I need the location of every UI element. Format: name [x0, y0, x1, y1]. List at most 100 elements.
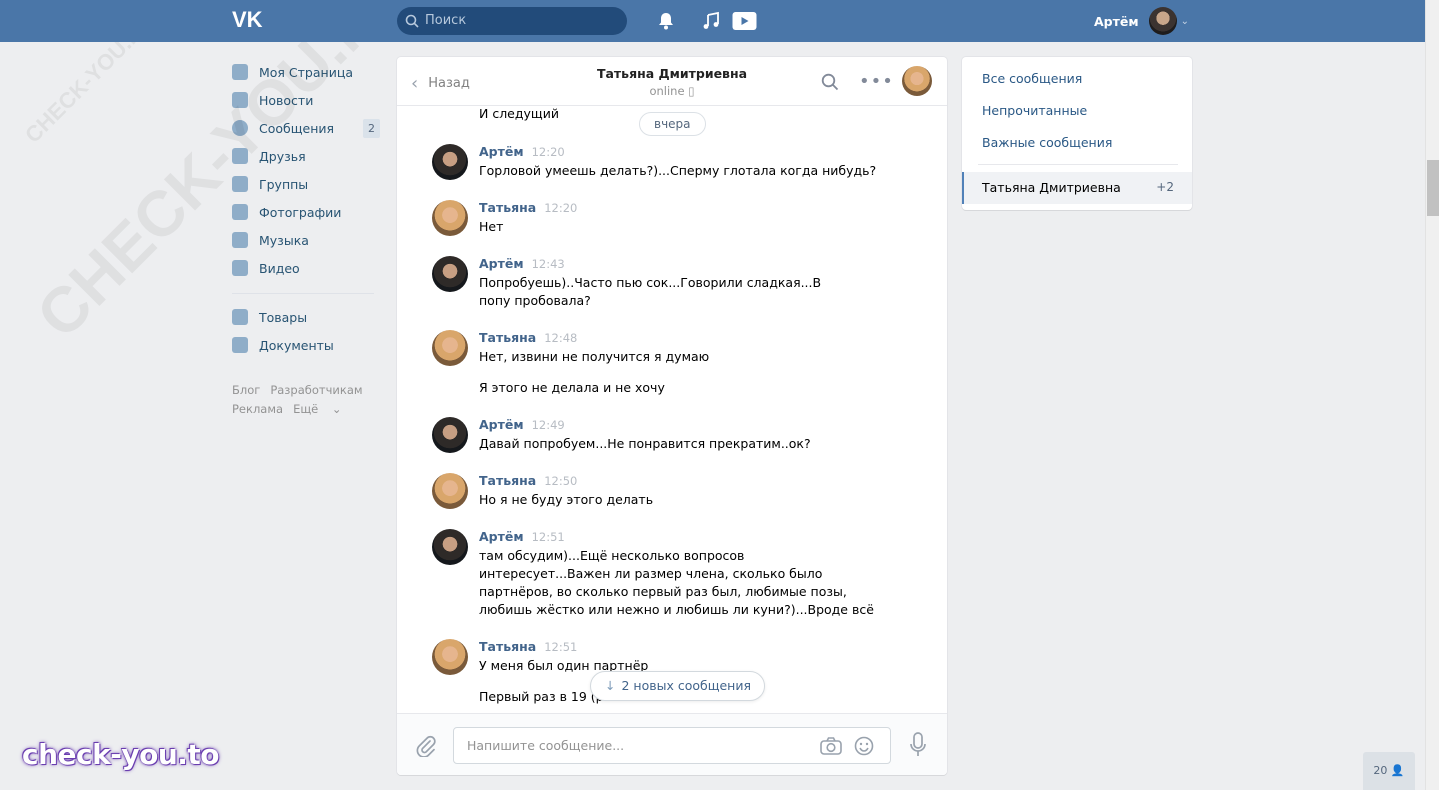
- footer-link-more[interactable]: Ещё ⌄: [293, 402, 341, 416]
- vk-logo[interactable]: VK: [232, 9, 266, 31]
- avatar[interactable]: [432, 529, 468, 565]
- groups-icon: [232, 176, 248, 192]
- message-text: И следущий: [479, 106, 559, 121]
- footer-link-ads[interactable]: Реклама: [232, 402, 283, 416]
- arrow-down-icon: ↓: [605, 678, 616, 693]
- news-icon: [232, 92, 248, 108]
- sidebar-item-groups[interactable]: Группы: [232, 170, 382, 198]
- bag-icon: [232, 309, 248, 325]
- online-friends-counter[interactable]: 20 👤: [1363, 752, 1415, 790]
- sidebar-item-label: Документы: [259, 337, 334, 353]
- message-header: Артём 12:49: [479, 417, 565, 432]
- message-text: Нет: [479, 219, 504, 234]
- user-menu[interactable]: Артём ⌄: [1094, 6, 1189, 36]
- peer-name: Татьяна Дмитриевна: [596, 66, 748, 81]
- message-text: Давай попробуем...Не понравится прекрати…: [479, 436, 811, 451]
- microphone-icon[interactable]: [909, 732, 927, 758]
- message-filters-panel: Все сообщения Непрочитанные Важные сообщ…: [962, 57, 1192, 210]
- message-input[interactable]: Напишите сообщение...: [453, 727, 891, 764]
- emoji-icon[interactable]: [854, 736, 874, 756]
- sidebar-item-news[interactable]: Новости: [232, 86, 382, 114]
- page-scrollbar[interactable]: [1425, 0, 1439, 790]
- new-messages-label: 2 новых сообщения: [621, 678, 751, 693]
- sidebar-item-label: Музыка: [259, 232, 309, 248]
- bell-icon[interactable]: [655, 11, 677, 31]
- conversation-tab-selected[interactable]: Татьяна Дмитриевна +2: [962, 172, 1192, 204]
- left-navigation: Моя Страница Новости Сообщения 2 Друзья Г…: [232, 58, 382, 419]
- sidebar-item-goods[interactable]: Товары: [232, 303, 382, 331]
- sidebar-item-photos[interactable]: Фотографии: [232, 198, 382, 226]
- camera-icon[interactable]: [820, 737, 842, 755]
- search-icon[interactable]: [821, 73, 839, 91]
- back-button[interactable]: ‹ Назад: [411, 73, 470, 94]
- message-header: Татьяна 12:50: [479, 473, 578, 488]
- message-list[interactable]: И следущий вчера Артём 12:20 Горловой уме…: [397, 106, 947, 713]
- attach-icon[interactable]: [415, 735, 437, 757]
- avatar[interactable]: [432, 256, 468, 292]
- conversation-name: Татьяна Дмитриевна: [982, 180, 1121, 195]
- sidebar-item-label: Моя Страница: [259, 64, 353, 80]
- top-bar: VK Поиск Артём ⌄: [0, 0, 1425, 42]
- filter-unread[interactable]: Непрочитанные: [982, 103, 1087, 118]
- unread-badge: 2: [363, 119, 380, 138]
- message-header: Артём 12:43: [479, 256, 565, 271]
- brand-watermark: check-you.to: [22, 738, 220, 771]
- person-icon: 👤: [1390, 764, 1405, 777]
- sidebar-item-label: Товары: [259, 309, 308, 325]
- sidebar-item-label: Группы: [259, 176, 309, 192]
- mobile-icon: ▯: [688, 84, 695, 98]
- new-messages-button[interactable]: ↓ 2 новых сообщения: [590, 671, 765, 701]
- chevron-down-icon: ⌄: [1180, 15, 1189, 27]
- video-icon[interactable]: [732, 11, 757, 31]
- more-icon[interactable]: •••: [859, 71, 894, 92]
- avatar[interactable]: [432, 417, 468, 453]
- unread-count: +2: [1156, 180, 1174, 194]
- footer-link-blog[interactable]: Блог: [232, 383, 260, 397]
- date-divider: вчера: [639, 112, 706, 136]
- search-icon: [405, 14, 419, 28]
- sidebar-item-messages[interactable]: Сообщения 2: [232, 114, 382, 142]
- footer-link-developers[interactable]: Разработчикам: [270, 383, 362, 397]
- avatar[interactable]: [432, 144, 468, 180]
- music-icon[interactable]: [700, 11, 722, 31]
- filter-important[interactable]: Важные сообщения: [982, 135, 1112, 150]
- document-icon: [232, 337, 248, 353]
- sidebar-item-my-page[interactable]: Моя Страница: [232, 58, 382, 86]
- message-text: там обсудим)...Ещё несколько вопросов ин…: [479, 548, 874, 617]
- message-text: Я этого не делала и не хочу: [479, 380, 665, 395]
- avatar[interactable]: [432, 473, 468, 509]
- sidebar-item-music[interactable]: Музыка: [232, 226, 382, 254]
- sidebar-item-label: Видео: [259, 260, 300, 276]
- avatar[interactable]: [432, 639, 468, 675]
- sidebar-item-label: Сообщения: [259, 120, 335, 136]
- search-input[interactable]: Поиск: [397, 7, 627, 35]
- sidebar-item-documents[interactable]: Документы: [232, 331, 382, 359]
- chat-window: ‹ Назад Татьяна Дмитриевна online ▯ ••• И…: [397, 57, 947, 775]
- message-composer: Напишите сообщение...: [397, 713, 947, 775]
- back-label: Назад: [428, 76, 470, 91]
- message-placeholder: Напишите сообщение...: [467, 738, 625, 753]
- chevron-left-icon: ‹: [411, 73, 419, 94]
- sidebar-item-video[interactable]: Видео: [232, 254, 382, 282]
- home-icon: [232, 64, 248, 80]
- message-text: Попробуешь)..Часто пью сок...Говорили сл…: [479, 275, 822, 308]
- messages-icon: [232, 120, 248, 136]
- avatar[interactable]: [432, 330, 468, 366]
- divider: [978, 164, 1178, 165]
- avatar: [1148, 7, 1177, 35]
- chat-header: ‹ Назад Татьяна Дмитриевна online ▯ •••: [397, 57, 947, 106]
- avatar[interactable]: [432, 200, 468, 236]
- user-name: Артём: [1094, 13, 1139, 29]
- filter-all-messages[interactable]: Все сообщения: [982, 71, 1082, 86]
- scroll-thumb[interactable]: [1427, 160, 1439, 216]
- message-header: Татьяна 12:20: [479, 200, 578, 215]
- sidebar-item-friends[interactable]: Друзья: [232, 142, 382, 170]
- search-placeholder: Поиск: [425, 13, 467, 28]
- music-icon: [232, 232, 248, 248]
- peer-info[interactable]: Татьяна Дмитриевна online ▯: [587, 66, 757, 98]
- message-text: Нет, извини не получится я думаю: [479, 349, 710, 364]
- message-text: Но я не буду этого делать: [479, 492, 654, 507]
- peer-avatar[interactable]: [902, 66, 932, 96]
- friends-icon: [232, 148, 248, 164]
- sidebar-item-label: Фотографии: [259, 204, 342, 220]
